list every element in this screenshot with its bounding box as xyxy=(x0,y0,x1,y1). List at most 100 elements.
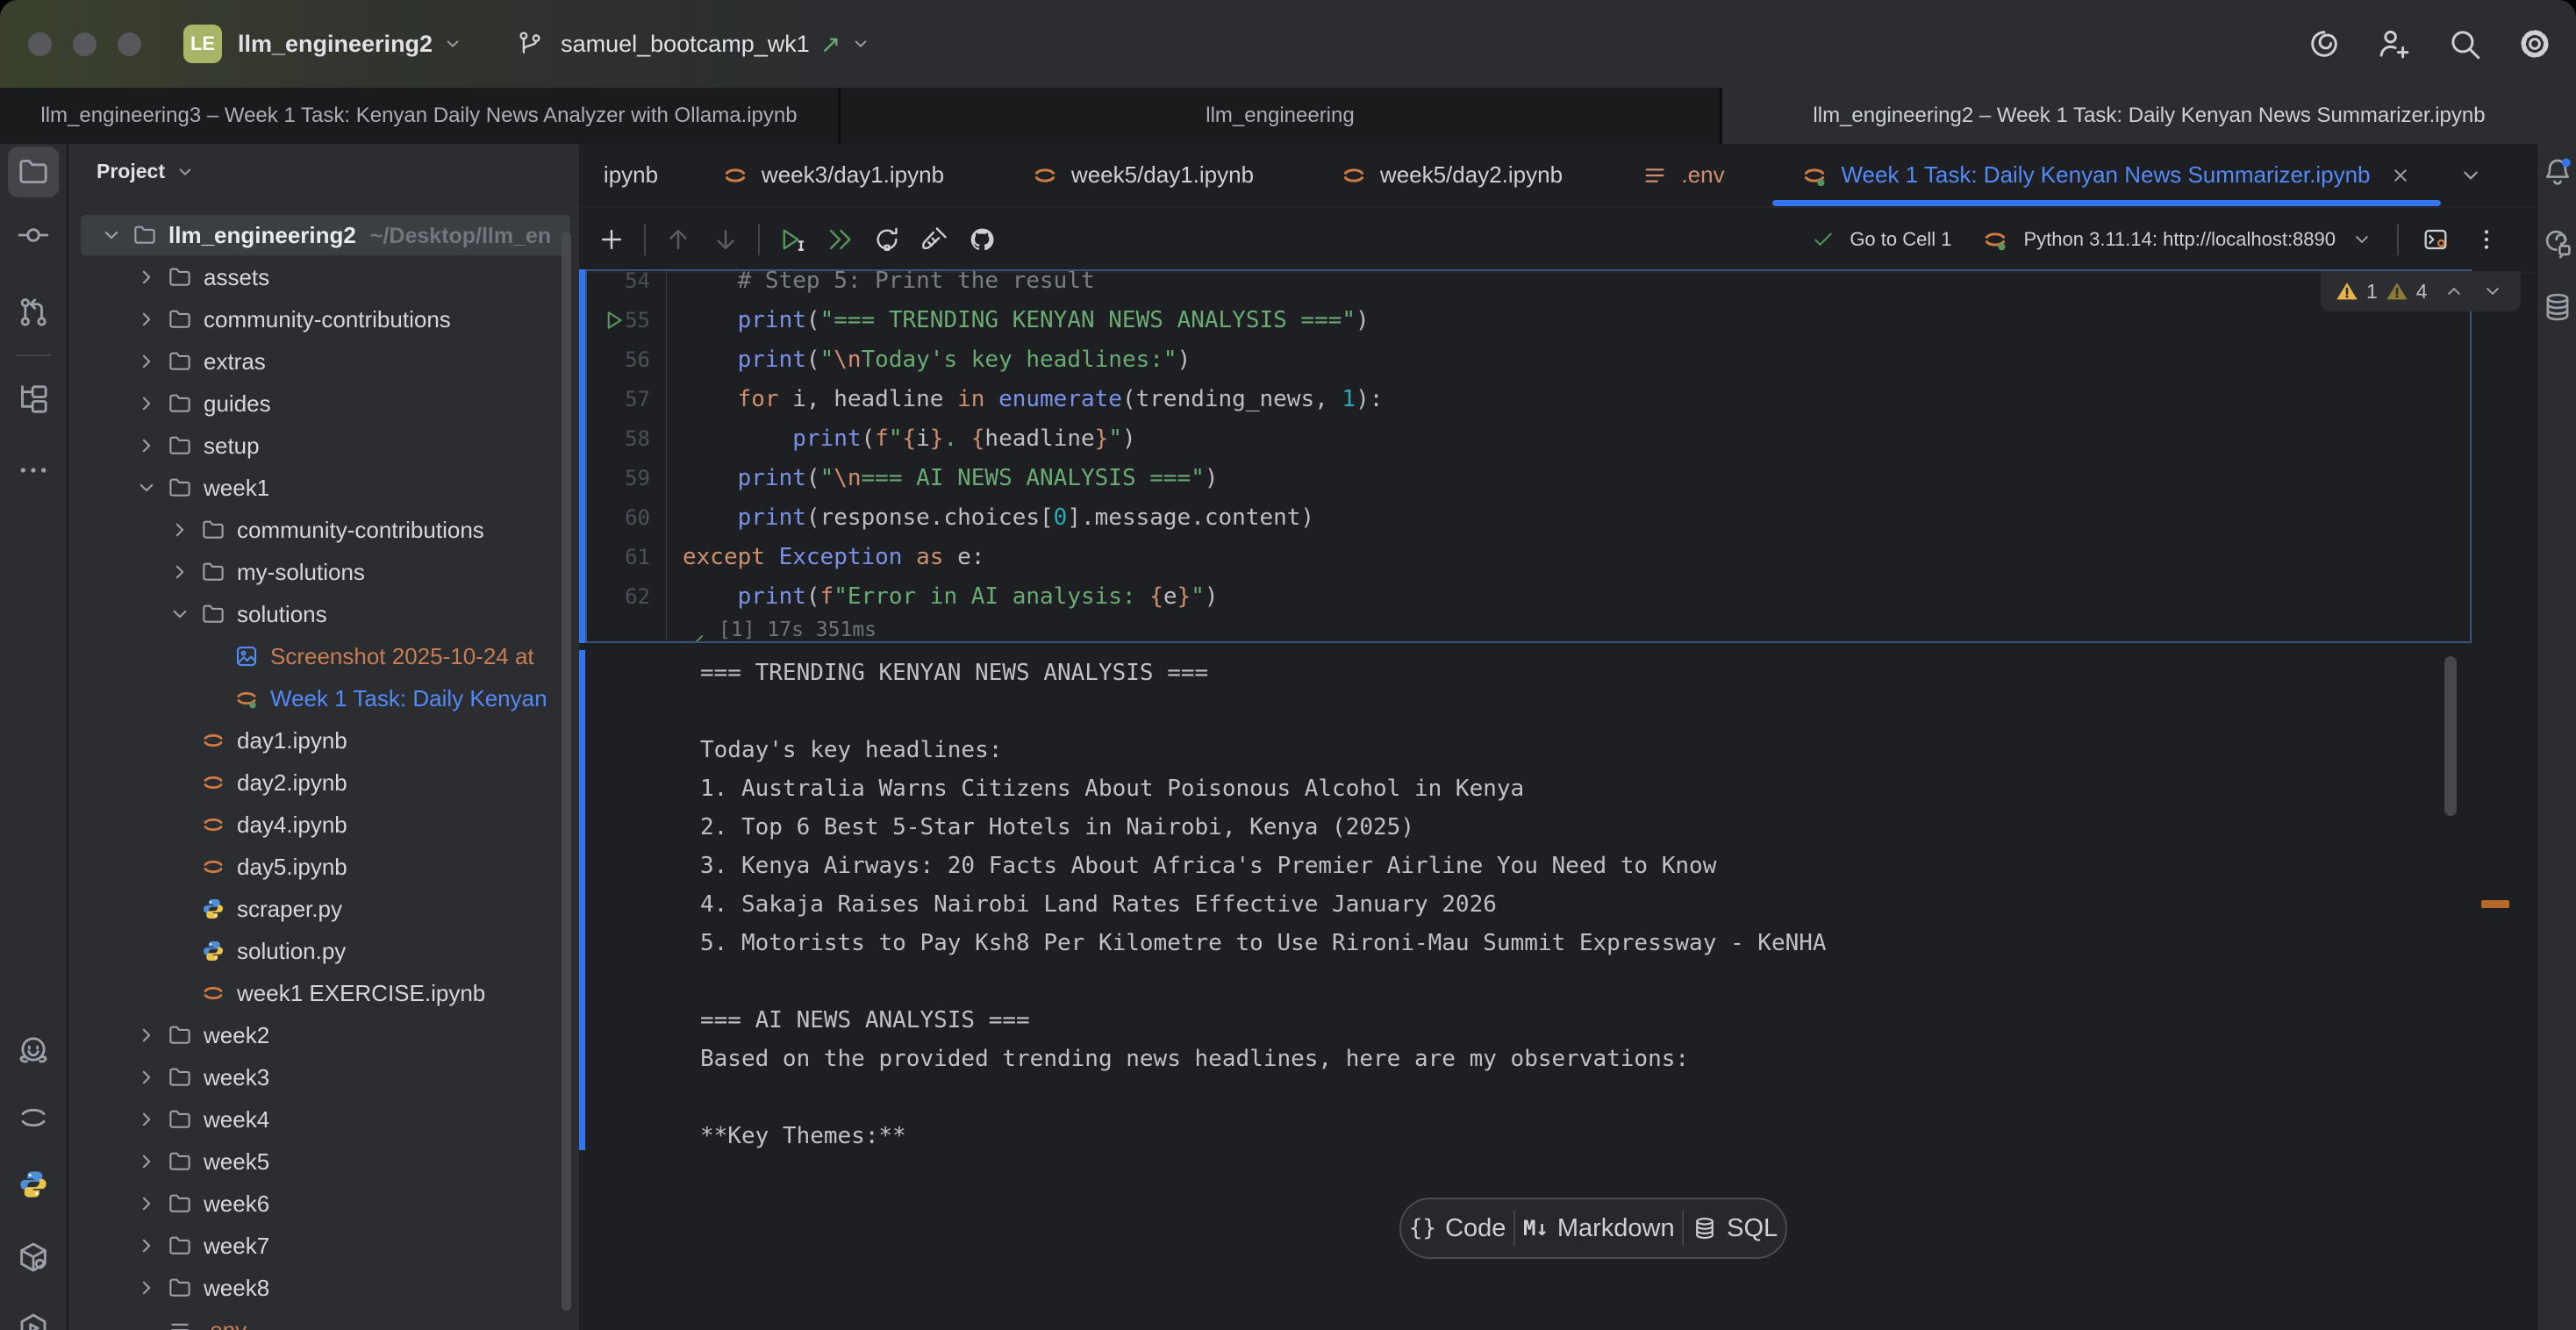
settings-icon[interactable] xyxy=(2516,25,2553,62)
tree-item[interactable]: week6 xyxy=(68,1183,579,1225)
tree-item[interactable]: week5 xyxy=(68,1141,579,1183)
more-options-icon[interactable] xyxy=(2472,225,2501,254)
editor-tab[interactable]: Week 1 Task: Daily Kenyan News Summarize… xyxy=(1772,144,2441,206)
tree-item[interactable]: week1 xyxy=(68,467,579,509)
run-all-cells-icon[interactable] xyxy=(825,225,855,254)
tree-item[interactable]: llm_engineering2~/Desktop/llm_en xyxy=(68,214,579,256)
chevron-down-icon[interactable] xyxy=(98,222,125,248)
chevron-right-icon[interactable] xyxy=(133,1106,160,1133)
chevron-right-icon[interactable] xyxy=(133,264,160,290)
tree-item[interactable]: day2.ipynb xyxy=(68,762,579,804)
error-stripe-mark[interactable] xyxy=(2481,900,2509,908)
code-cell[interactable]: 54 # Step 5: Print the result55 print("=… xyxy=(585,269,2472,643)
python-console-tool-icon[interactable] xyxy=(16,1167,51,1202)
chevron-right-icon[interactable] xyxy=(133,1064,160,1090)
editor-tab[interactable]: week5/day2.ipynb xyxy=(1311,144,1592,206)
tree-item[interactable]: guides xyxy=(68,383,579,425)
chevron-right-icon[interactable] xyxy=(133,1191,160,1217)
tree-item[interactable]: scraper.py xyxy=(68,888,579,930)
add-code-cell-button[interactable]: {}Code xyxy=(1409,1214,1506,1243)
chevron-right-icon[interactable] xyxy=(133,1233,160,1259)
tree-item[interactable]: day4.ipynb xyxy=(68,804,579,846)
chevron-down-icon[interactable] xyxy=(849,32,872,55)
python-packages-tool-icon[interactable] xyxy=(16,1240,51,1275)
chevron-right-icon[interactable] xyxy=(133,1275,160,1301)
inspections-widget[interactable]: 14 xyxy=(2321,271,2521,311)
close-window-button[interactable] xyxy=(28,32,52,56)
chevron-down-icon[interactable] xyxy=(167,601,193,627)
editor-tab[interactable]: week3/day1.ipynb xyxy=(691,144,974,206)
tree-item[interactable]: week4 xyxy=(68,1098,579,1141)
tree-item[interactable]: solution.py xyxy=(68,930,579,972)
tree-item[interactable]: assets xyxy=(68,256,579,298)
chevron-down-icon[interactable] xyxy=(133,475,160,501)
clear-outputs-icon[interactable] xyxy=(919,225,949,254)
project-panel-header[interactable]: Project xyxy=(97,160,197,183)
kernel-selector[interactable]: Python 3.11.14: http://localhost:8890 xyxy=(2023,228,2336,251)
code-line[interactable]: 58 print(f"{i}. {headline}") xyxy=(587,418,2470,458)
add-cell-icon[interactable] xyxy=(597,225,626,254)
jupyter-tool-icon[interactable] xyxy=(16,1100,51,1135)
move-cell-down-icon[interactable] xyxy=(711,225,741,254)
add-markdown-cell-button[interactable]: M↓Markdown xyxy=(1523,1214,1675,1243)
database-tool-icon[interactable] xyxy=(2541,290,2574,324)
tree-item[interactable]: extras xyxy=(68,340,579,383)
ai-assistant-icon[interactable] xyxy=(2541,227,2574,261)
prev-problem-icon[interactable] xyxy=(2442,279,2466,304)
project-avatar[interactable]: LE xyxy=(183,25,222,63)
chevron-right-icon[interactable] xyxy=(133,1022,160,1048)
chevron-right-icon[interactable] xyxy=(133,433,160,459)
editor-tab[interactable]: .env xyxy=(1607,144,1758,206)
window-tab[interactable]: llm_engineering xyxy=(841,88,1720,144)
code-line[interactable]: 57 for i, headline in enumerate(trending… xyxy=(587,379,2470,418)
window-tab[interactable]: llm_engineering3 – Week 1 Task: Kenyan D… xyxy=(0,88,838,144)
editor-tab[interactable]: ipynb xyxy=(579,144,683,206)
tree-item[interactable]: week8 xyxy=(68,1267,579,1309)
code-line[interactable]: 60 print(response.choices[0].message.con… xyxy=(587,497,2470,537)
tree-item[interactable]: .env xyxy=(68,1309,579,1330)
tree-item[interactable]: day1.ipynb xyxy=(68,719,579,762)
jupyter-console-icon[interactable] xyxy=(2422,225,2450,254)
minimize-window-button[interactable] xyxy=(73,32,97,56)
tree-item[interactable]: community-contributions xyxy=(68,298,579,340)
tree-item[interactable]: week2 xyxy=(68,1014,579,1056)
tree-item[interactable]: week7 xyxy=(68,1225,579,1267)
more-tools-icon[interactable] xyxy=(16,453,51,488)
ai-swirl-icon[interactable] xyxy=(2306,25,2343,62)
code-line[interactable]: 61except Exception as e: xyxy=(587,537,2470,576)
goto-cell-button[interactable]: Go to Cell 1 xyxy=(1850,228,1951,251)
zoom-window-button[interactable] xyxy=(118,32,141,56)
chevron-down-icon[interactable] xyxy=(441,32,464,55)
chevron-right-icon[interactable] xyxy=(133,390,160,417)
window-controls[interactable] xyxy=(28,32,141,56)
code-line[interactable]: 56 print("\nToday's key headlines:") xyxy=(587,340,2470,379)
pull-requests-tool-icon[interactable] xyxy=(16,295,51,330)
tree-item[interactable]: week1 EXERCISE.ipynb xyxy=(68,972,579,1014)
chevron-right-icon[interactable] xyxy=(167,559,193,585)
tree-item[interactable]: solutions xyxy=(68,593,579,635)
output-scrollbar[interactable] xyxy=(2444,656,2457,816)
add-sql-cell-button[interactable]: SQL xyxy=(1692,1214,1778,1243)
project-tree-scrollbar[interactable] xyxy=(562,232,571,1311)
search-icon[interactable] xyxy=(2446,25,2483,62)
commit-tool-icon[interactable] xyxy=(16,218,51,253)
code-line[interactable]: 55 print("=== TRENDING KENYAN NEWS ANALY… xyxy=(587,300,2470,340)
tree-item[interactable]: day5.ipynb xyxy=(68,846,579,888)
chevron-right-icon[interactable] xyxy=(133,1148,160,1175)
close-tab-icon[interactable] xyxy=(2388,163,2413,188)
tree-item[interactable]: my-solutions xyxy=(68,551,579,593)
tree-item[interactable]: setup xyxy=(68,425,579,467)
code-line[interactable]: 62 print(f"Error in AI analysis: {e}") xyxy=(587,576,2470,616)
services-tool-icon[interactable] xyxy=(16,1311,51,1330)
github-icon[interactable] xyxy=(967,225,997,254)
window-tab[interactable]: llm_engineering2 – Week 1 Task: Daily Ke… xyxy=(1722,88,2576,144)
tree-item[interactable]: week3 xyxy=(68,1056,579,1098)
huggingface-tool-icon[interactable] xyxy=(16,1033,51,1069)
code-line[interactable]: 59 print("\n=== AI NEWS ANALYSIS ===") xyxy=(587,458,2470,497)
chevron-right-icon[interactable] xyxy=(167,517,193,543)
chevron-right-icon[interactable] xyxy=(133,348,160,375)
run-cell-icon[interactable] xyxy=(777,225,807,254)
notifications-icon[interactable] xyxy=(2541,155,2574,189)
tree-item[interactable]: Week 1 Task: Daily Kenyan xyxy=(68,677,579,719)
tree-item[interactable]: Screenshot 2025-10-24 at xyxy=(68,635,579,677)
